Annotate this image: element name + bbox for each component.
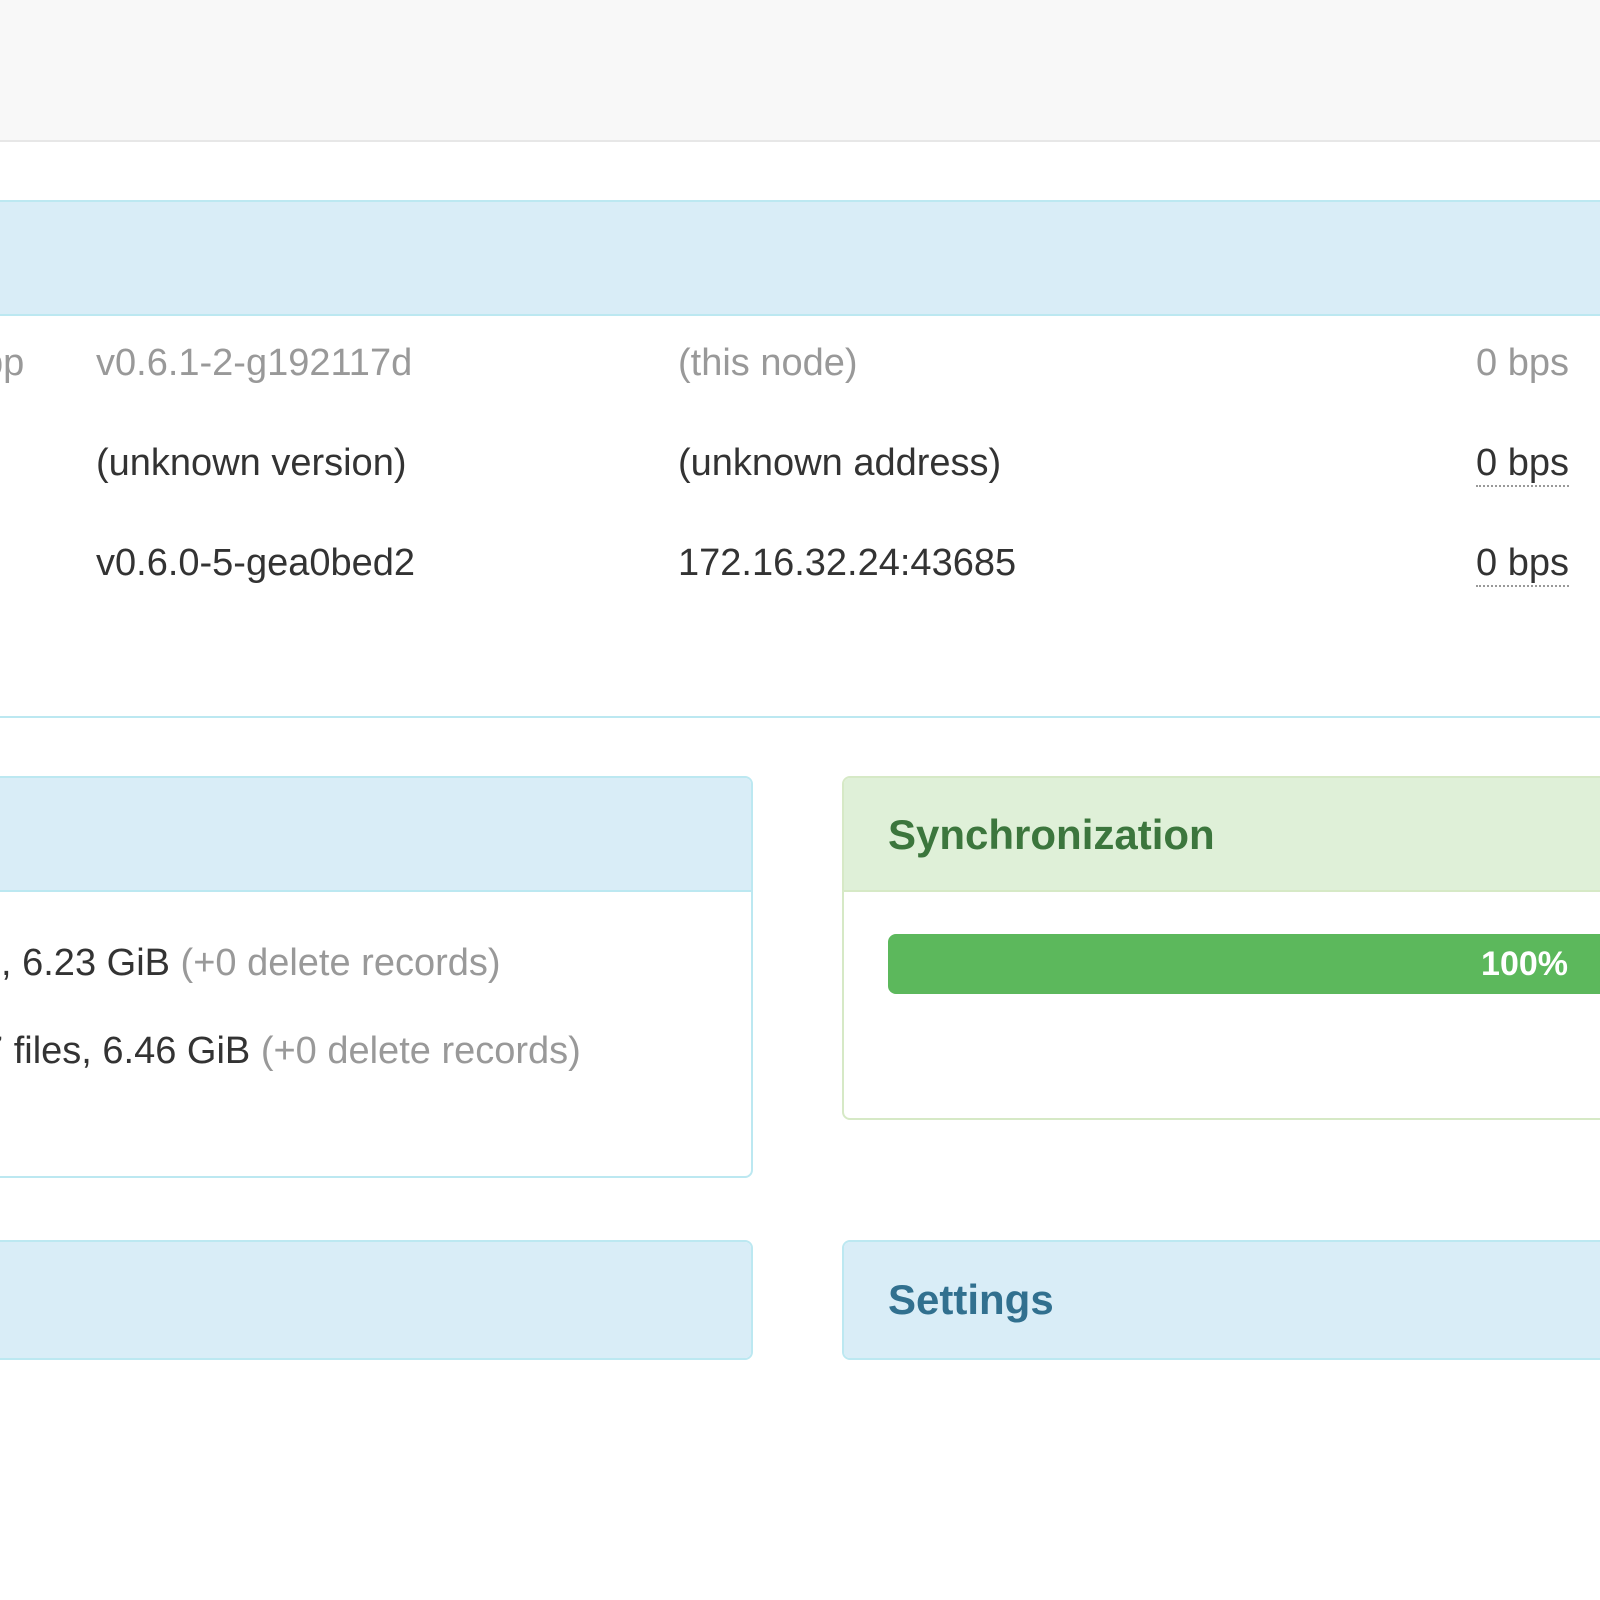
repository-global-line: s, 6.23 GiB (+0 delete records) bbox=[0, 942, 501, 985]
page: pp v0.6.1-2-g192117d (this node) 0 bps (… bbox=[0, 0, 1600, 1600]
node-rate[interactable]: 0 bps bbox=[1476, 542, 1569, 587]
sync-progress: 100% bbox=[888, 934, 1600, 994]
sync-progress-bar: 100% bbox=[888, 934, 1600, 994]
node-name: pp bbox=[0, 342, 25, 384]
nodes-panel: pp v0.6.1-2-g192117d (this node) 0 bps (… bbox=[0, 200, 1600, 718]
repository-local-summary: 7 files, 6.46 GiB bbox=[0, 1030, 251, 1072]
node-version: (unknown version) bbox=[96, 442, 407, 484]
bottom-left-panel-heading bbox=[0, 1242, 751, 1358]
node-rate[interactable]: 0 bps bbox=[1476, 442, 1569, 487]
node-address: (unknown address) bbox=[678, 442, 1002, 484]
repository-global-delete-records: (+0 delete records) bbox=[180, 942, 501, 984]
node-version: v0.6.1-2-g192117d bbox=[96, 342, 413, 384]
synchronization-panel: Synchronization 100% bbox=[842, 776, 1600, 1120]
node-version: v0.6.0-5-gea0bed2 bbox=[96, 542, 416, 584]
node-rate: 0 bps bbox=[1476, 342, 1569, 384]
synchronization-title: Synchronization bbox=[844, 778, 1600, 892]
top-navbar bbox=[0, 0, 1600, 142]
node-address: (this node) bbox=[678, 342, 858, 384]
bottom-left-panel bbox=[0, 1240, 753, 1360]
repository-panel: s, 6.23 GiB (+0 delete records) 7 files,… bbox=[0, 776, 753, 1178]
nodes-panel-heading bbox=[0, 202, 1600, 316]
repository-global-summary: s, 6.23 GiB bbox=[0, 942, 170, 984]
node-address: 172.16.32.24:43685 bbox=[678, 542, 1017, 584]
repository-panel-heading bbox=[0, 778, 751, 892]
repository-local-line: 7 files, 6.46 GiB (+0 delete records) bbox=[0, 1030, 581, 1073]
settings-panel: Settings bbox=[842, 1240, 1600, 1360]
settings-title[interactable]: Settings bbox=[844, 1242, 1600, 1358]
repository-local-delete-records: (+0 delete records) bbox=[260, 1030, 581, 1072]
